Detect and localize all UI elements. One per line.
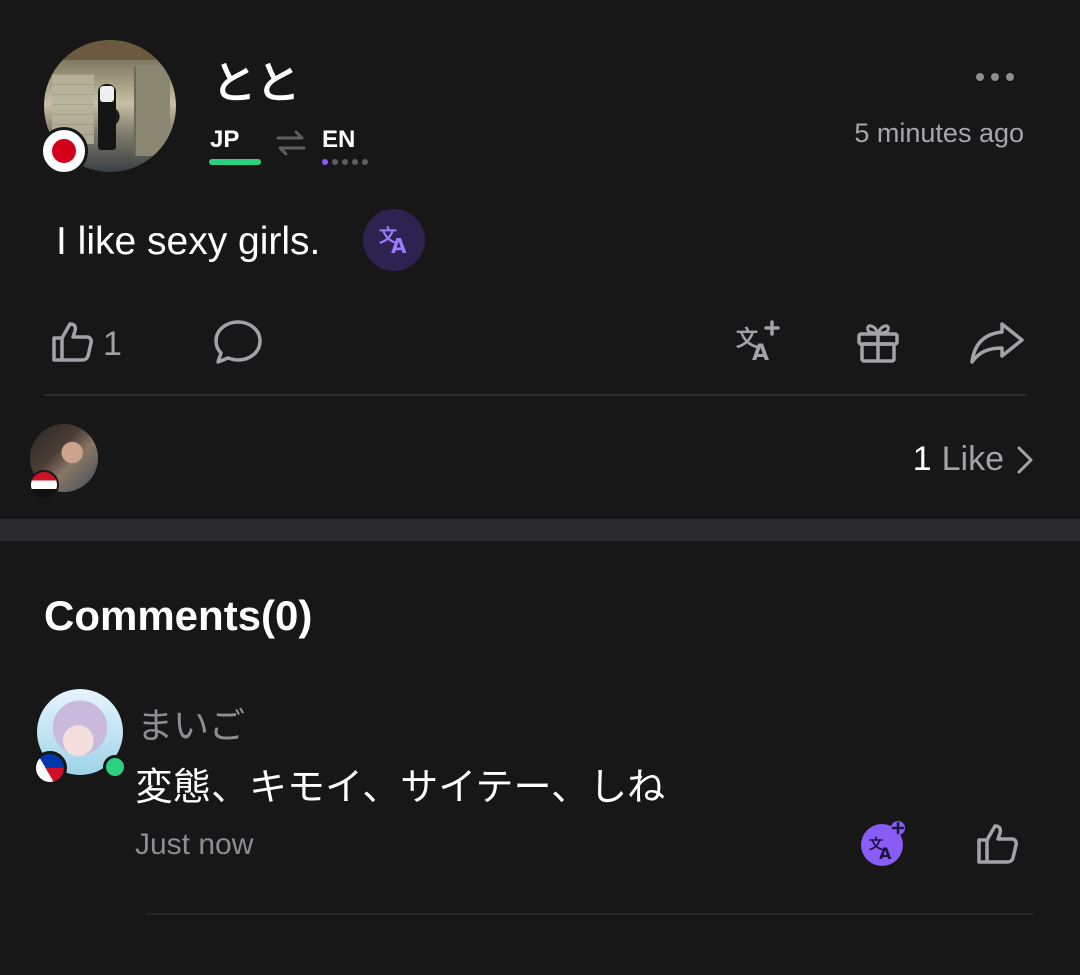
learning-language-label: EN [322, 126, 356, 153]
comment-icon[interactable] [212, 318, 264, 368]
native-language-label: JP [210, 126, 240, 153]
divider [146, 913, 1034, 915]
philippines-flag-icon [33, 751, 67, 785]
commenter-name[interactable]: まいご [137, 697, 245, 749]
likes-label: Like [941, 440, 1004, 478]
like-icon[interactable] [48, 318, 96, 366]
svg-text:A: A [752, 341, 769, 366]
more-icon[interactable] [976, 73, 1014, 81]
svg-text:A: A [391, 234, 407, 258]
translate-plus-icon[interactable]: 文 A [860, 820, 908, 868]
comment-like-icon[interactable] [973, 820, 1021, 868]
chevron-right-icon [1017, 446, 1033, 473]
likes-summary-link[interactable]: 1 Like [913, 440, 1036, 479]
post-text: I like sexy girls. [56, 220, 321, 263]
author-name[interactable]: とと [212, 62, 300, 106]
svg-text:A: A [879, 844, 892, 863]
section-separator [0, 519, 1080, 541]
egypt-flag-icon [29, 470, 59, 500]
share-icon[interactable] [968, 318, 1026, 366]
comment-text: 変態、キモイ、サイテー、しね [135, 767, 666, 809]
likes-count: 1 [912, 440, 932, 478]
comment-timestamp: Just now [135, 828, 254, 861]
gift-icon[interactable] [854, 318, 902, 366]
online-status-indicator [103, 755, 127, 779]
post-timestamp: 5 minutes ago [854, 118, 1024, 148]
divider [44, 394, 1026, 396]
swap-icon [276, 130, 306, 156]
comments-title: Comments(0) [44, 592, 313, 639]
japan-flag-icon [40, 127, 88, 175]
like-count: 1 [103, 325, 122, 363]
translate-icon[interactable]: 文 A [363, 209, 425, 271]
translate-plus-icon[interactable]: 文 A [734, 318, 782, 366]
native-language-level-bar [209, 159, 261, 165]
learning-language-level-dots [322, 159, 368, 165]
